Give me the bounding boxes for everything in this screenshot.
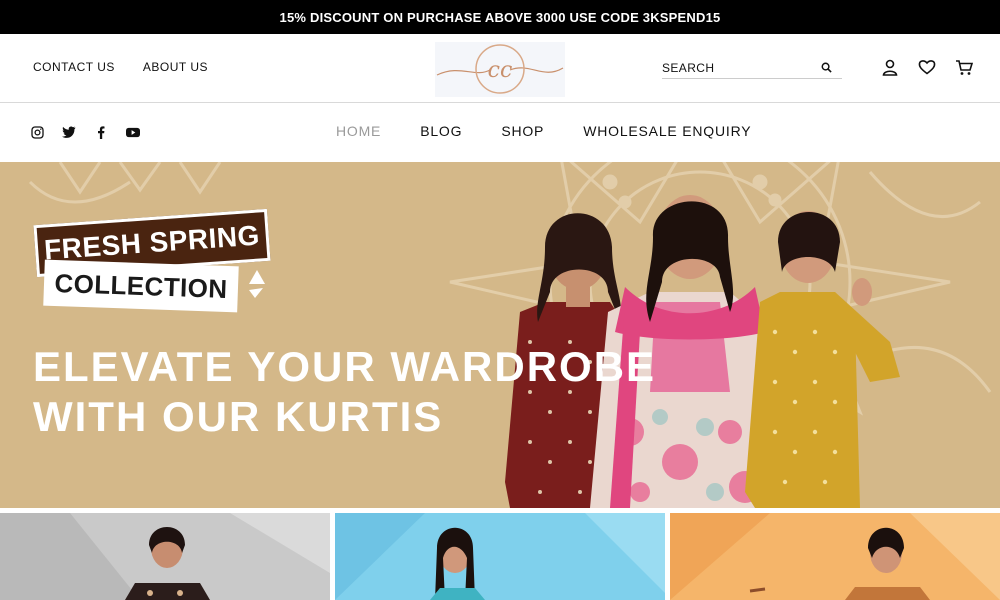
announcement-text: 15% DISCOUNT ON PURCHASE ABOVE 3000 USE … [279,9,721,25]
headline-line-1: ELEVATE YOUR WARDROBE [33,343,657,390]
category-card-3[interactable] [670,513,1000,600]
category-card-2[interactable] [335,513,665,600]
announcement-bar: 15% DISCOUNT ON PURCHASE ABOVE 3000 USE … [0,0,1000,34]
nav-item-wholesale-enquiry[interactable]: WHOLESALE ENQUIRY [583,123,751,139]
category-card-1[interactable] [0,513,330,600]
about-us-link[interactable]: ABOUT US [143,60,208,74]
site-header: CONTACT US ABOUT US cc SEARCH [0,34,1000,103]
hero-banner[interactable]: FRESH SPRING COLLECTION ELEVATE YOUR WAR… [0,162,1000,508]
twitter-icon[interactable] [62,125,76,139]
badge-top-text: FRESH SPRING [43,219,261,266]
search-input[interactable]: SEARCH [662,61,714,75]
nav-item-blog[interactable]: BLOG [420,123,462,139]
nav-item-home[interactable]: HOME [336,123,381,139]
category-cards [0,513,1000,600]
youtube-icon[interactable] [126,125,140,139]
user-icon[interactable] [880,57,900,77]
header-links: CONTACT US ABOUT US [33,60,208,74]
instagram-icon[interactable] [30,125,44,139]
facebook-icon[interactable] [94,125,108,139]
headline-line-2: WITH OUR KURTIS [33,393,444,440]
badge-collection: COLLECTION [43,259,239,313]
hero-headline: ELEVATE YOUR WARDROBE WITH OUR KURTIS [33,342,656,442]
header-icons [880,57,974,77]
heart-icon[interactable] [917,57,937,77]
badge-bottom-text: COLLECTION [54,267,228,304]
svg-text:cc: cc [488,58,513,83]
social-links [30,125,140,139]
brand-logo[interactable]: cc [435,42,565,97]
contact-us-link[interactable]: CONTACT US [33,60,115,74]
category-image-2 [335,513,665,600]
main-navigation: HOME BLOG SHOP WHOLESALE ENQUIRY [0,103,1000,162]
nav-menu: HOME BLOG SHOP WHOLESALE ENQUIRY [336,123,751,139]
cart-icon[interactable] [954,57,974,77]
nav-item-shop[interactable]: SHOP [501,123,544,139]
sparkle-icon [249,270,265,298]
category-image-1 [0,513,330,600]
search-box[interactable]: SEARCH [662,57,842,79]
category-image-3 [670,513,1000,600]
search-icon[interactable] [818,60,834,76]
